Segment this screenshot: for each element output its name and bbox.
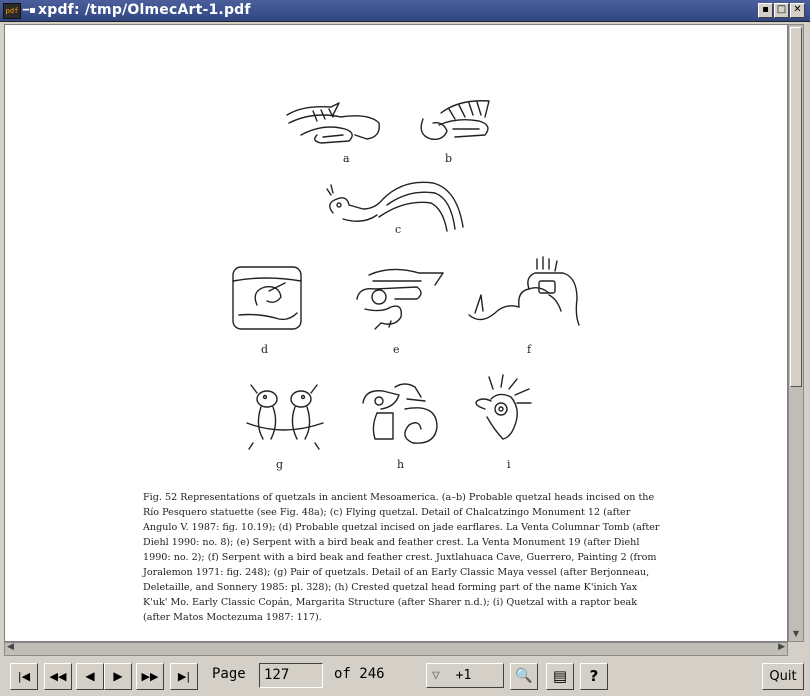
xpdf-app-icon[interactable]: pdf <box>3 3 21 19</box>
zoom-value: +1 <box>455 668 472 683</box>
vertical-scrollbar[interactable]: ▼ <box>788 24 804 642</box>
figure-i-drawing <box>475 374 532 440</box>
help-button[interactable]: ? <box>580 663 608 690</box>
figure-e-drawing <box>356 268 444 330</box>
figure-label-h: h <box>397 458 405 471</box>
window-menu-icon[interactable]: ━▪ <box>23 5 36 16</box>
iconify-button[interactable]: ▪ <box>758 3 773 18</box>
figure-label-a: a <box>343 152 350 165</box>
bottom-toolbar: |◀ ◀◀ ◀ ▶ ▶▶ ▶| Page 127 of 246 ▽ +1 🔍 ▤… <box>0 658 810 696</box>
figure-caption: Fig. 52 Representations of quetzals in a… <box>143 492 660 623</box>
figure-label-b: b <box>445 152 453 165</box>
page-count-label: of 246 <box>334 666 385 682</box>
last-page-button[interactable]: ▶| <box>170 663 198 690</box>
back-ten-pages-button[interactable]: ◀◀ <box>44 663 72 690</box>
maximize-button[interactable]: □ <box>774 3 789 18</box>
scroll-down-arrow-icon[interactable]: ▼ <box>789 627 803 641</box>
printer-icon: ▤ <box>552 667 568 685</box>
dropdown-arrow-icon: ▽ <box>432 668 440 683</box>
figure-label-d: d <box>261 343 269 356</box>
previous-page-button[interactable]: ◀ <box>76 663 104 690</box>
scroll-left-arrow-icon[interactable]: ◀ <box>7 642 14 652</box>
scroll-right-arrow-icon[interactable]: ▶ <box>778 642 785 652</box>
horizontal-scrollbar[interactable]: ◀ ▶ <box>4 642 788 656</box>
figure-label-f: f <box>527 343 532 356</box>
first-page-button[interactable]: |◀ <box>10 663 38 690</box>
figure-label-c: c <box>395 223 402 236</box>
figure-f-drawing <box>468 256 580 326</box>
vertical-scroll-thumb[interactable] <box>790 27 802 387</box>
figure-b-drawing <box>420 100 490 141</box>
window-titlebar[interactable]: pdf ━▪ xpdf: /tmp/OlmecArt-1.pdf ▪ □ ✕ <box>0 0 810 22</box>
forward-ten-pages-button[interactable]: ▶▶ <box>136 663 164 690</box>
quit-button[interactable]: Quit <box>762 663 804 690</box>
next-page-button[interactable]: ▶ <box>104 663 132 690</box>
figure-d-drawing <box>232 266 302 330</box>
figure-h-drawing <box>362 383 438 444</box>
binoculars-icon: 🔍 <box>515 668 533 684</box>
print-button[interactable]: ▤ <box>546 663 574 690</box>
find-button[interactable]: 🔍 <box>510 663 538 690</box>
close-button[interactable]: ✕ <box>790 3 805 18</box>
figure-label-e: e <box>393 343 400 356</box>
window-title: xpdf: /tmp/OlmecArt-1.pdf <box>38 2 251 18</box>
figure-g-drawing <box>246 384 324 450</box>
page-label: Page <box>212 666 246 682</box>
figure-label-i: i <box>507 458 511 471</box>
zoom-select[interactable]: ▽ +1 <box>426 663 504 688</box>
figure-label-g: g <box>276 458 284 471</box>
figure-a-drawing <box>286 102 380 144</box>
page-number-input[interactable]: 127 <box>259 663 323 688</box>
document-page-view[interactable]: a b c d e f g h i Fig. 52 Representation… <box>4 24 788 642</box>
